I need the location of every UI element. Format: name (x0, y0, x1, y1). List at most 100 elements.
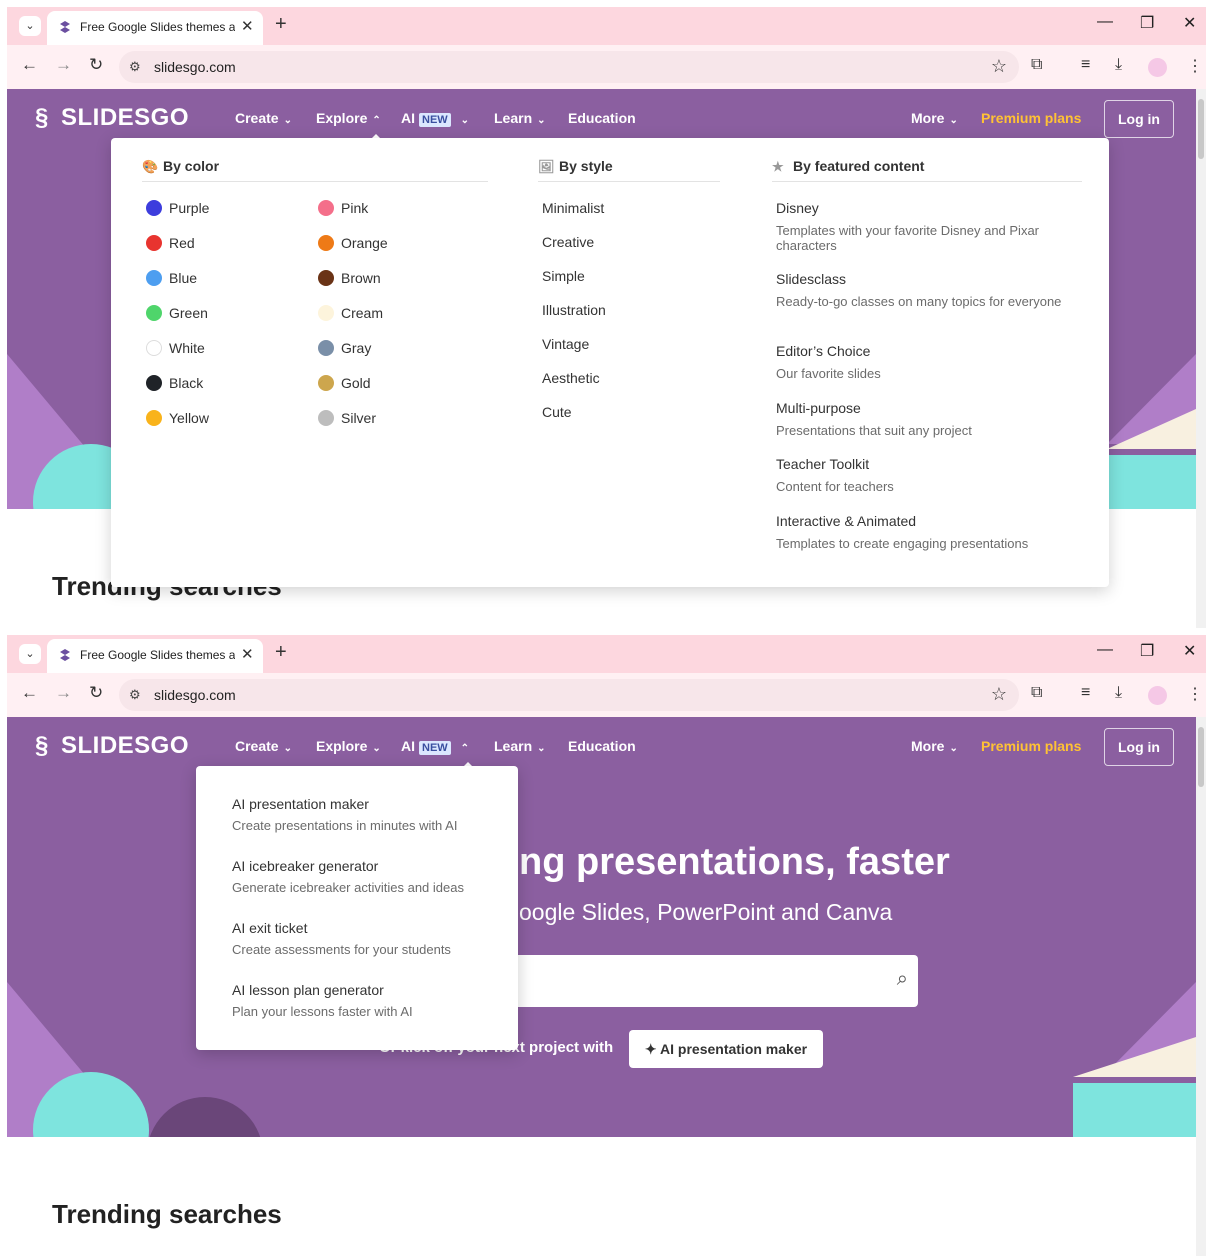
color-filter-pink[interactable]: Pink (318, 199, 368, 217)
slidesgo-logo[interactable]: § SLIDESGO (35, 732, 189, 762)
color-filter-brown[interactable]: Brown (318, 269, 381, 287)
scrollbar[interactable] (1196, 717, 1206, 1256)
new-badge: NEW (419, 741, 451, 755)
close-window-icon[interactable]: ✕ (1183, 13, 1196, 33)
ai-menu-item[interactable]: AI icebreaker generator (232, 858, 378, 874)
nav-learn[interactable]: Learn ⌄ (494, 738, 546, 754)
featured-link[interactable]: Disney (776, 200, 819, 216)
forward-icon[interactable]: → (55, 55, 72, 75)
reload-icon[interactable]: ↻ (89, 683, 103, 703)
ai-menu-item[interactable]: AI exit ticket (232, 920, 307, 936)
close-tab-icon[interactable]: ✕ (241, 17, 254, 35)
scroll-thumb[interactable] (1198, 99, 1204, 159)
style-filter-cute[interactable]: Cute (542, 404, 572, 420)
nav-explore[interactable]: Explore ⌃ (316, 110, 381, 126)
bookmark-star-icon[interactable]: ☆ (991, 684, 1007, 705)
omnibox[interactable]: ⚙ slidesgo.com ☆ (119, 679, 1019, 711)
login-button[interactable]: Log in (1104, 100, 1174, 138)
new-tab-icon[interactable]: + (275, 641, 287, 664)
featured-link[interactable]: Editor’s Choice (776, 343, 870, 359)
color-filter-silver[interactable]: Silver (318, 409, 376, 427)
ai-menu-item[interactable]: AI presentation maker (232, 796, 369, 812)
minimize-icon[interactable]: — (1097, 13, 1113, 31)
search-input[interactable]: ⌕ (497, 955, 918, 1007)
reload-icon[interactable]: ↻ (89, 55, 103, 75)
nav-education[interactable]: Education (568, 110, 636, 126)
extensions-icon[interactable]: ⧉ (1031, 684, 1042, 702)
active-tab[interactable]: Free Google Slides themes and ✕ (47, 11, 263, 45)
extensions-icon[interactable]: ⧉ (1031, 56, 1042, 74)
profile-avatar[interactable] (1148, 58, 1167, 77)
color-filter-blue[interactable]: Blue (146, 269, 197, 287)
menu-kebab-icon[interactable]: ⋮ (1187, 684, 1203, 704)
nav-explore[interactable]: Explore ⌄ (316, 738, 381, 754)
nav-more[interactable]: More ⌄ (911, 110, 958, 126)
login-button[interactable]: Log in (1104, 728, 1174, 766)
slidesgo-logo[interactable]: § SLIDESGO (35, 104, 189, 134)
scroll-thumb[interactable] (1198, 727, 1204, 787)
restore-icon[interactable]: ❐ (1140, 641, 1154, 661)
media-icon[interactable]: ≡ (1081, 684, 1090, 702)
omnibox[interactable]: ⚙ slidesgo.com ☆ (119, 51, 1019, 83)
chevron-down-icon: ⌄ (283, 115, 292, 126)
tab-search-icon[interactable]: ⌄ (19, 644, 41, 664)
chevron-down-icon: ⌄ (949, 115, 958, 126)
ai-presentation-maker-button[interactable]: ✦ AI presentation maker (629, 1030, 823, 1068)
featured-link[interactable]: Interactive & Animated (776, 513, 916, 529)
color-filter-red[interactable]: Red (146, 234, 195, 252)
nav-education[interactable]: Education (568, 738, 636, 754)
scrollbar[interactable] (1196, 89, 1206, 628)
nav-premium-plans[interactable]: Premium plans (981, 738, 1081, 754)
new-tab-icon[interactable]: + (275, 13, 287, 36)
nav-premium-plans[interactable]: Premium plans (981, 110, 1081, 126)
nav-create[interactable]: Create ⌄ (235, 738, 292, 754)
address-bar: ← → ↻ ⚙ slidesgo.com ☆ ⧉ ≡ ⤓ ⋮ (7, 673, 1206, 717)
forward-icon[interactable]: → (55, 683, 72, 703)
color-filter-gray[interactable]: Gray (318, 339, 371, 357)
minimize-icon[interactable]: — (1097, 641, 1113, 659)
nav-create[interactable]: Create ⌄ (235, 110, 292, 126)
color-swatch (318, 200, 334, 216)
featured-link[interactable]: Multi-purpose (776, 400, 861, 416)
featured-description: Our favorite slides (776, 366, 881, 381)
active-tab[interactable]: Free Google Slides themes and ✕ (47, 639, 263, 673)
ai-button-label: AI presentation maker (660, 1041, 808, 1057)
style-filter-vintage[interactable]: Vintage (542, 336, 589, 352)
download-icon[interactable]: ⤓ (1115, 684, 1122, 702)
color-filter-purple[interactable]: Purple (146, 199, 209, 217)
style-filter-illustration[interactable]: Illustration (542, 302, 606, 318)
close-window-icon[interactable]: ✕ (1183, 641, 1196, 661)
style-filter-creative[interactable]: Creative (542, 234, 594, 250)
featured-link[interactable]: Slidesclass (776, 271, 846, 287)
color-filter-white[interactable]: White (146, 339, 205, 357)
tab-search-icon[interactable]: ⌄ (19, 16, 41, 36)
color-filter-black[interactable]: Black (146, 374, 203, 392)
bookmark-star-icon[interactable]: ☆ (991, 56, 1007, 77)
back-icon[interactable]: ← (21, 55, 38, 75)
back-icon[interactable]: ← (21, 683, 38, 703)
nav-ai[interactable]: AI NEW ⌄ (401, 110, 469, 127)
nav-ai[interactable]: AI NEW ⌃ (401, 738, 469, 755)
color-filter-yellow[interactable]: Yellow (146, 409, 209, 427)
style-filter-simple[interactable]: Simple (542, 268, 585, 284)
featured-link[interactable]: Teacher Toolkit (776, 456, 869, 472)
profile-avatar[interactable] (1148, 686, 1167, 705)
color-filter-cream[interactable]: Cream (318, 304, 383, 322)
nav-learn[interactable]: Learn ⌄ (494, 110, 546, 126)
site-settings-icon[interactable]: ⚙ (129, 687, 141, 703)
nav-more[interactable]: More ⌄ (911, 738, 958, 754)
ai-menu-item[interactable]: AI lesson plan generator (232, 982, 384, 998)
color-filter-green[interactable]: Green (146, 304, 208, 322)
menu-kebab-icon[interactable]: ⋮ (1187, 56, 1203, 76)
color-filter-orange[interactable]: Orange (318, 234, 388, 252)
logo-s-icon: § (35, 732, 49, 759)
style-filter-aesthetic[interactable]: Aesthetic (542, 370, 600, 386)
download-icon[interactable]: ⤓ (1115, 56, 1122, 74)
site-settings-icon[interactable]: ⚙ (129, 59, 141, 75)
search-icon[interactable]: ⌕ (897, 968, 908, 991)
restore-icon[interactable]: ❐ (1140, 13, 1154, 33)
style-filter-minimalist[interactable]: Minimalist (542, 200, 604, 216)
media-icon[interactable]: ≡ (1081, 56, 1090, 74)
close-tab-icon[interactable]: ✕ (241, 645, 254, 663)
color-filter-gold[interactable]: Gold (318, 374, 371, 392)
